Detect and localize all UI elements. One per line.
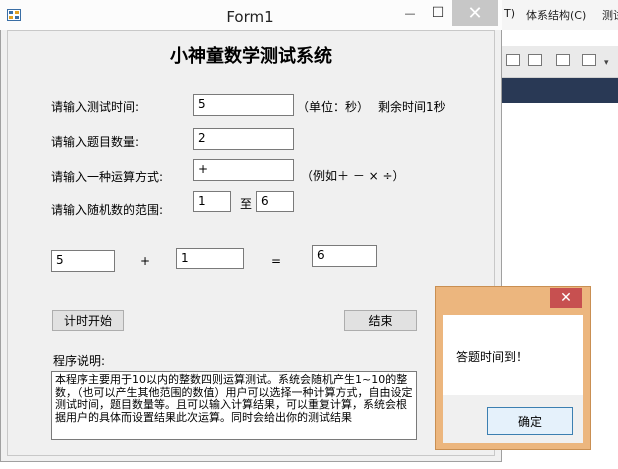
ide-menu-item-tools[interactable]: T)	[504, 7, 515, 20]
time-input[interactable]: 5	[193, 94, 294, 116]
operation-input[interactable]: +	[193, 159, 294, 181]
ide-tabstrip	[490, 78, 618, 103]
maximize-button[interactable]: ☐	[424, 0, 452, 26]
end-button[interactable]: 结束	[344, 310, 417, 331]
ok-button[interactable]: 确定	[487, 407, 573, 435]
toolbar-paste-icon[interactable]	[528, 54, 542, 66]
operation-label: 请输入一种运算方式:	[51, 170, 164, 184]
ide-menu-item-test[interactable]: 测试	[602, 7, 618, 23]
operation-example-label: （例如＋ － × ÷）	[301, 169, 405, 183]
description-label: 程序说明:	[53, 354, 106, 368]
ide-menubar: T) 体系结构(C) 测试	[490, 0, 618, 30]
toolbar-list-icon[interactable]	[556, 54, 570, 66]
close-button[interactable]: ✕	[452, 0, 498, 26]
toolbar-copy-icon[interactable]	[506, 54, 520, 66]
count-label: 请输入题目数量:	[51, 135, 140, 149]
toolbar-overflow-icon[interactable]: ▾	[604, 58, 609, 68]
range-max-input[interactable]: 6	[256, 191, 294, 212]
toolbar-align-icon[interactable]	[582, 54, 596, 66]
operator-label: +	[140, 254, 151, 268]
range-label: 请输入随机数的范围:	[51, 203, 164, 217]
answer-input[interactable]: 6	[312, 245, 377, 267]
operand2-field: 1	[176, 248, 244, 269]
count-input[interactable]: 2	[193, 128, 294, 150]
message-close-button[interactable]: ✕	[550, 288, 582, 308]
time-label: 请输入测试时间:	[51, 100, 140, 114]
minimize-button[interactable]: —	[396, 0, 424, 26]
page-title: 小神童数学测试系统	[170, 46, 332, 67]
message-text: 答题时间到！	[456, 350, 529, 364]
ide-menu-item-architecture[interactable]: 体系结构(C)	[526, 7, 586, 23]
window-title: Form1	[226, 8, 274, 26]
remaining-time-label: 剩余时间1秒	[378, 100, 446, 114]
app-icon	[7, 9, 21, 21]
start-timer-button[interactable]: 计时开始	[52, 310, 124, 331]
ide-toolbar: ▾	[490, 46, 618, 78]
equals-label: =	[271, 254, 282, 268]
time-unit-label: （单位：秒）	[297, 100, 370, 114]
description-textbox[interactable]: 本程序主要用于10以内的整数四则运算测试。系统会随机产生1~10的整数，（也可以…	[51, 371, 417, 440]
range-min-input[interactable]: 1	[193, 191, 231, 212]
range-to-label: 至	[240, 197, 253, 211]
operand1-field: 5	[51, 250, 115, 272]
